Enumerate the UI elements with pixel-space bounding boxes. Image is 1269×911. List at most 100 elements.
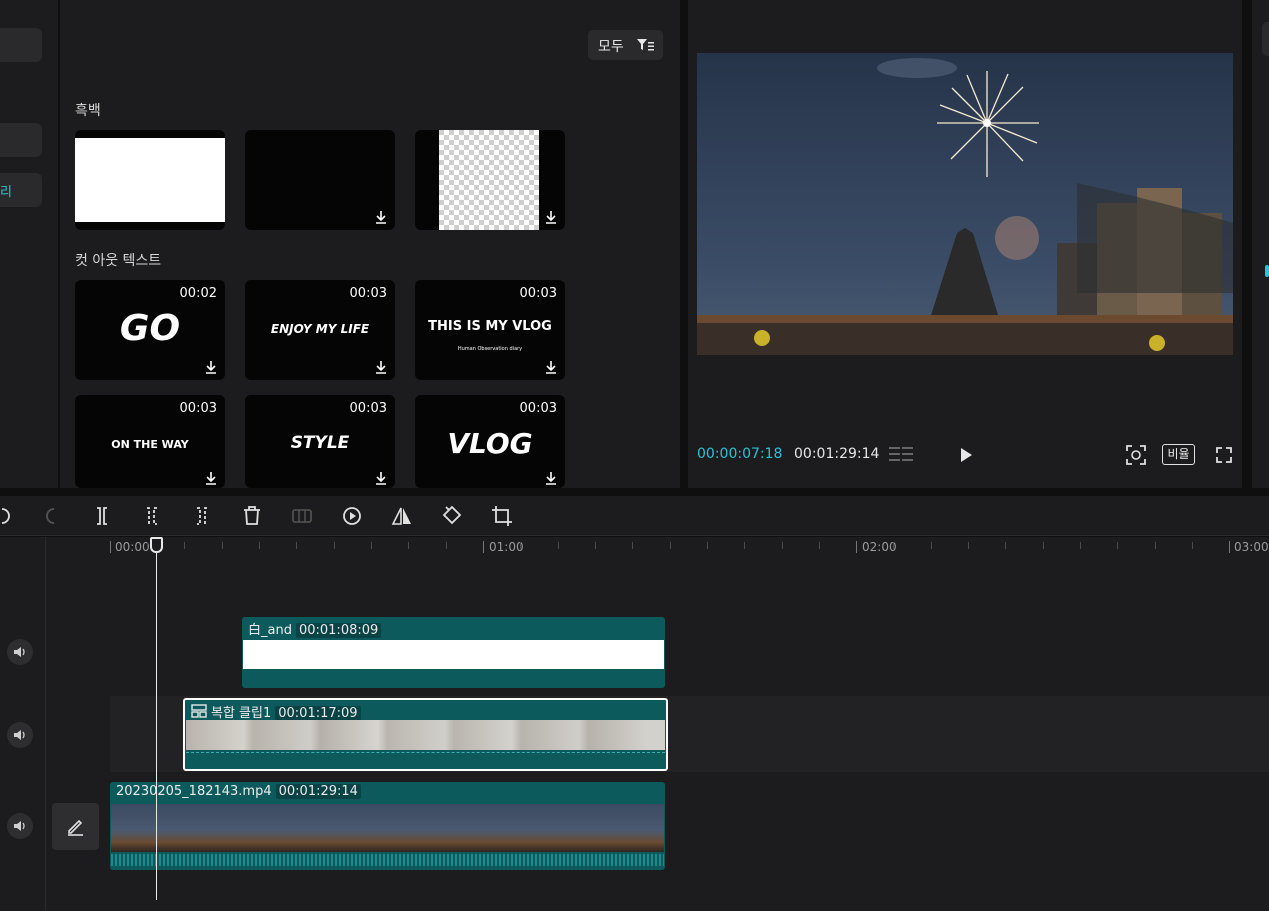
download-icon[interactable] bbox=[205, 360, 217, 374]
audio-waveform bbox=[111, 854, 664, 866]
ruler-label: 02:00 bbox=[862, 540, 897, 554]
current-time: 00:00:07:18 bbox=[697, 446, 783, 462]
total-time: 00:01:29:14 bbox=[794, 446, 880, 462]
transparent-checker bbox=[439, 130, 539, 230]
preview-video-frame bbox=[697, 53, 1233, 355]
item-duration: 00:03 bbox=[519, 401, 557, 416]
item-title: STYLE bbox=[290, 433, 350, 453]
download-icon[interactable] bbox=[205, 471, 217, 485]
clip-label: 白_and 00:01:08:09 bbox=[248, 619, 382, 638]
split-icon[interactable] bbox=[90, 504, 114, 528]
item-title: VLOG bbox=[447, 427, 533, 460]
clip-video[interactable]: 20230205_182143.mp4 00:01:29:14 bbox=[110, 782, 665, 870]
filter-button[interactable]: 모두 bbox=[588, 30, 663, 60]
track-header-column bbox=[0, 537, 46, 911]
media-item-style[interactable]: 00:03 STYLE bbox=[245, 395, 395, 488]
media-item-transparent[interactable] bbox=[415, 130, 565, 230]
clip-name: 白_and bbox=[248, 623, 292, 638]
redo-icon[interactable] bbox=[40, 504, 64, 528]
playhead-line[interactable] bbox=[156, 540, 157, 900]
clip-label: 복합 클립1 00:01:17:09 bbox=[211, 702, 361, 721]
track-audio-toggle[interactable] bbox=[7, 639, 33, 665]
media-item-vlog[interactable]: 00:03 VLOG bbox=[415, 395, 565, 488]
download-icon[interactable] bbox=[545, 360, 557, 374]
media-item-ontheway[interactable]: 00:03 ON THE WAY bbox=[75, 395, 225, 488]
clip-name: 20230205_182143.mp4 bbox=[116, 784, 272, 799]
fullscreen-icon[interactable] bbox=[1215, 446, 1233, 464]
download-icon[interactable] bbox=[375, 471, 387, 485]
left-category-strip: 리 bbox=[0, 0, 58, 488]
item-subtitle: Human Observation diary bbox=[457, 346, 523, 352]
media-library-panel: 모두 흑백 컷 아웃 텍스트 00:02 GO 00:03 ENJOY MY L… bbox=[60, 0, 680, 488]
section-title-bw: 흑백 bbox=[75, 103, 101, 119]
download-icon[interactable] bbox=[375, 360, 387, 374]
track-audio-toggle[interactable] bbox=[7, 813, 33, 839]
compound-clip-icon bbox=[191, 704, 207, 718]
clip-white-frames bbox=[243, 640, 664, 669]
item-title: GO bbox=[119, 308, 181, 349]
freeze-frame-icon[interactable] bbox=[290, 504, 314, 528]
item-duration: 00:02 bbox=[179, 286, 217, 301]
crop-icon[interactable] bbox=[490, 504, 514, 528]
clip-duration: 00:01:08:09 bbox=[295, 623, 382, 638]
clip-duration: 00:01:17:09 bbox=[275, 706, 361, 721]
clip-compound-frames bbox=[186, 720, 665, 750]
trim-left-icon[interactable] bbox=[140, 504, 164, 528]
speaker-icon bbox=[14, 821, 25, 831]
edit-cover-button[interactable] bbox=[52, 803, 99, 850]
mirror-icon[interactable] bbox=[390, 504, 414, 528]
timeline-toolbar bbox=[0, 496, 1269, 536]
track-audio-toggle[interactable] bbox=[7, 722, 33, 748]
filter-label: 모두 bbox=[598, 39, 624, 55]
playhead-handle[interactable] bbox=[150, 537, 163, 553]
download-icon[interactable] bbox=[545, 471, 557, 485]
item-duration: 00:03 bbox=[179, 401, 217, 416]
undo-icon[interactable] bbox=[0, 504, 16, 528]
item-duration: 00:03 bbox=[519, 286, 557, 301]
clip-video-frames bbox=[111, 804, 664, 852]
ruler-label: 03:00 bbox=[1234, 540, 1269, 554]
clip-compound[interactable]: 복합 클립1 00:01:17:09 bbox=[183, 698, 668, 771]
media-item-go[interactable]: 00:02 GO bbox=[75, 280, 225, 380]
item-title: THIS IS MY VLOG bbox=[428, 319, 552, 334]
item-duration: 00:03 bbox=[349, 286, 387, 301]
media-item-white[interactable] bbox=[75, 130, 225, 230]
delete-icon[interactable] bbox=[240, 504, 264, 528]
right-panel-edge bbox=[1252, 0, 1269, 488]
right-tab-button[interactable] bbox=[1262, 22, 1269, 56]
speaker-icon bbox=[14, 730, 25, 740]
aspect-ratio-button[interactable]: 비율 bbox=[1162, 444, 1195, 465]
clip-white[interactable]: 白_and 00:01:08:09 bbox=[242, 617, 665, 688]
item-title: ON THE WAY bbox=[111, 438, 189, 451]
trim-right-icon[interactable] bbox=[190, 504, 214, 528]
category-button-active[interactable]: 리 bbox=[0, 173, 42, 207]
rotate-icon[interactable] bbox=[440, 504, 464, 528]
download-icon[interactable] bbox=[545, 210, 557, 224]
pencil-icon bbox=[68, 819, 83, 836]
item-duration: 00:03 bbox=[349, 401, 387, 416]
media-item-thisismyvlog[interactable]: 00:03 THIS IS MY VLOG Human Observation … bbox=[415, 280, 565, 380]
player-panel: 00:00:07:18 00:01:29:14 비율 bbox=[688, 0, 1242, 488]
clip-name: 복합 클립1 bbox=[211, 706, 272, 721]
fit-view-icon[interactable] bbox=[1125, 444, 1147, 466]
media-item-black[interactable] bbox=[245, 130, 395, 230]
timeline-ruler: 00:00 01:00 02:00 03:00 bbox=[110, 537, 1269, 559]
media-item-enjoy[interactable]: 00:03 ENJOY MY LIFE bbox=[245, 280, 395, 380]
category-button-2[interactable] bbox=[0, 123, 42, 157]
ruler-label: 00:00 bbox=[115, 540, 150, 554]
clip-label: 20230205_182143.mp4 00:01:29:14 bbox=[116, 784, 361, 799]
category-active-label: 리 bbox=[0, 185, 12, 200]
section-title-cutout: 컷 아웃 텍스트 bbox=[75, 253, 162, 269]
speaker-icon bbox=[14, 647, 25, 657]
audio-waveform bbox=[186, 752, 665, 756]
play-icon[interactable] bbox=[958, 446, 974, 464]
category-button-1[interactable] bbox=[0, 28, 42, 62]
ruler-label: 01:00 bbox=[489, 540, 524, 554]
right-indicator bbox=[1265, 265, 1269, 277]
timecode-list-icon[interactable] bbox=[888, 445, 916, 465]
item-title: ENJOY MY LIFE bbox=[270, 322, 370, 336]
filter-icon bbox=[637, 39, 654, 51]
speed-icon[interactable] bbox=[340, 504, 364, 528]
download-icon[interactable] bbox=[375, 210, 387, 224]
clip-duration: 00:01:29:14 bbox=[275, 784, 361, 799]
